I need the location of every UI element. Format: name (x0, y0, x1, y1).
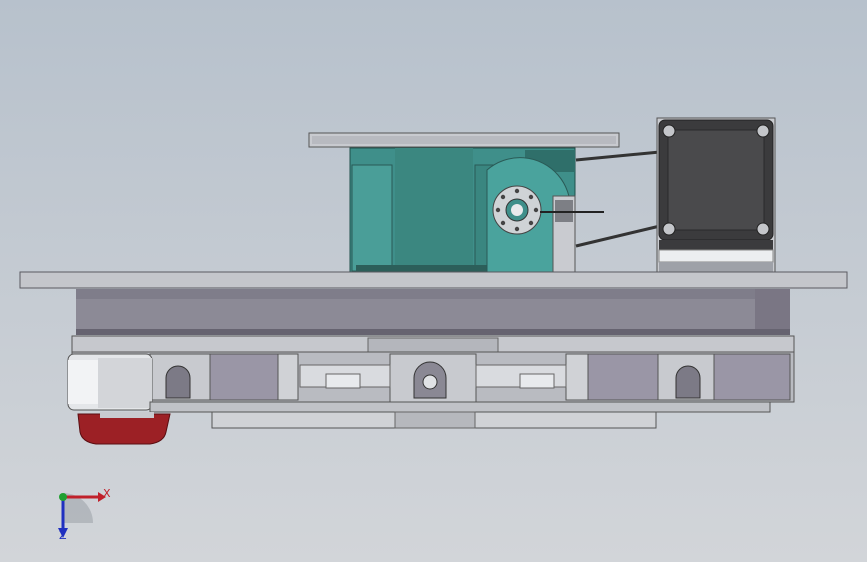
main-base-plate[interactable] (19, 271, 848, 289)
y-axis-dot (59, 493, 67, 501)
drive-belt (575, 150, 661, 248)
z-axis-label: Z (59, 529, 67, 542)
assembly-model[interactable] (0, 0, 867, 562)
stepper-motor[interactable] (656, 117, 776, 273)
gearbox-housing[interactable] (349, 147, 576, 287)
bottom-plate[interactable] (149, 401, 771, 429)
right-rail-block[interactable] (565, 353, 791, 401)
cad-viewport[interactable]: X Z (0, 0, 867, 562)
top-mounting-plate[interactable] (308, 132, 620, 148)
left-drive-cylinder[interactable] (67, 353, 153, 411)
left-rail-block[interactable] (149, 353, 299, 401)
x-axis-label: X (103, 487, 111, 500)
red-adjustment-handle[interactable] (77, 412, 171, 445)
slewing-bearing-ring[interactable] (76, 289, 790, 335)
